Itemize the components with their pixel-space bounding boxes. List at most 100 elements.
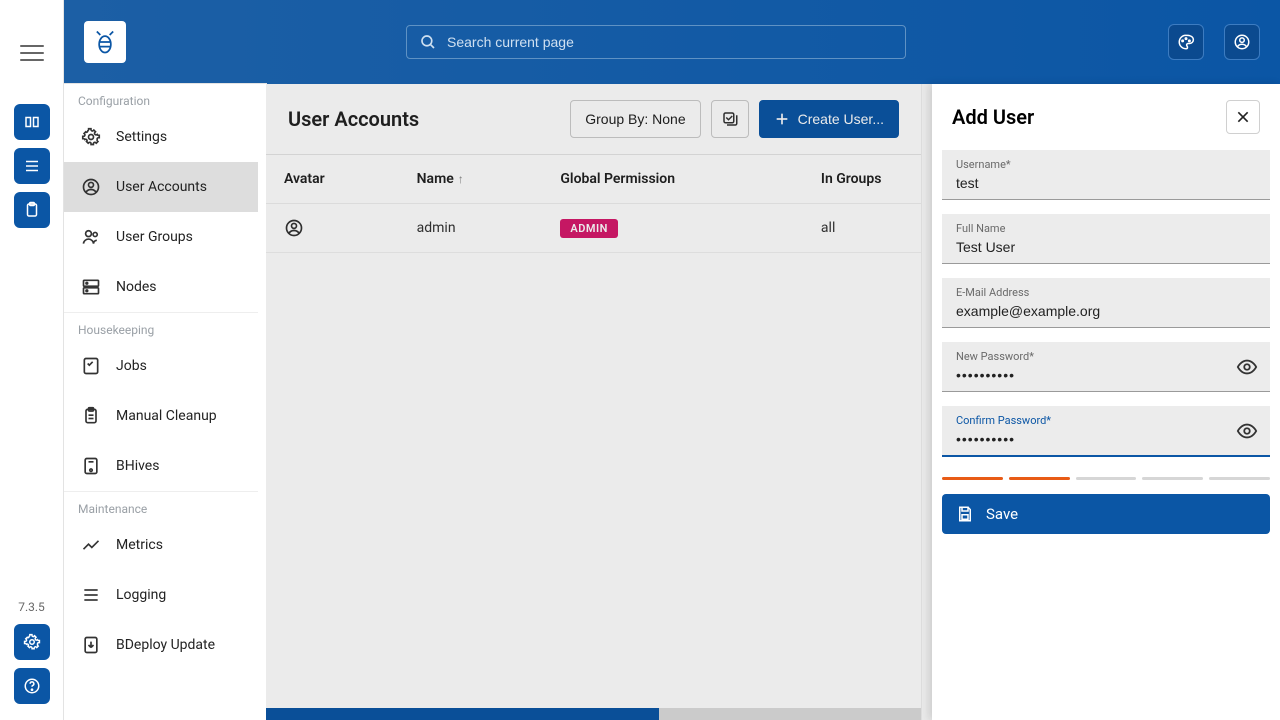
app-body: ConfigurationSettingsUser AccountsUser G… (64, 84, 1280, 720)
sidebar-item-label: Logging (116, 587, 166, 603)
strength-segment (1142, 477, 1203, 480)
close-panel-button[interactable] (1226, 100, 1260, 134)
save-button[interactable]: Save (942, 494, 1270, 534)
users-table: AvatarName↑Global PermissionIn GroupsInh… (266, 155, 921, 253)
horizontal-scrollbar[interactable] (266, 708, 921, 720)
sidebar-item-label: User Accounts (116, 179, 207, 195)
password-label: New Password* (956, 350, 1256, 363)
menu-toggle[interactable] (20, 40, 44, 64)
sidebar-item-bhives[interactable]: BHives (64, 441, 258, 491)
search-box[interactable] (406, 25, 906, 59)
panel-title: Add User (952, 105, 1216, 129)
plus-icon (774, 111, 790, 127)
user-circle-icon (284, 218, 381, 238)
users-icon (80, 226, 102, 248)
chart-icon (80, 534, 102, 556)
sidebar-item-user-accounts[interactable]: User Accounts (64, 162, 258, 212)
create-user-button[interactable]: Create User... (759, 100, 899, 138)
sidebar-item-label: Manual Cleanup (116, 408, 217, 424)
checklist-icon (80, 355, 102, 377)
scrollbar-thumb[interactable] (266, 708, 659, 720)
add-user-panel: Add User Username* Full Name E-Mail Addr… (932, 84, 1280, 720)
sidebar: ConfigurationSettingsUser AccountsUser G… (64, 84, 266, 720)
rail-button-1[interactable] (14, 104, 50, 140)
sidebar-section-title: Maintenance (64, 491, 258, 520)
rail-button-2[interactable] (14, 148, 50, 184)
server-icon (80, 276, 102, 298)
strength-segment (942, 477, 1003, 480)
password-input[interactable] (956, 365, 1256, 385)
sidebar-item-bdeploy-update[interactable]: BDeploy Update (64, 620, 258, 670)
sidebar-item-user-groups[interactable]: User Groups (64, 212, 258, 262)
gear-icon (23, 633, 41, 651)
column-header[interactable]: In Groups (803, 155, 921, 204)
strength-segment (1009, 477, 1070, 480)
table-row[interactable]: adminADMINall (266, 204, 921, 253)
sidebar-item-manual-cleanup[interactable]: Manual Cleanup (64, 391, 258, 441)
sidebar-item-settings[interactable]: Settings (64, 112, 258, 162)
list-icon (80, 584, 102, 606)
sidebar-item-label: Jobs (116, 358, 147, 374)
palette-icon (1177, 33, 1195, 51)
eye-icon (1236, 356, 1258, 378)
layers-icon (721, 110, 739, 128)
profile-button[interactable] (1224, 24, 1260, 60)
disk-icon (80, 455, 102, 477)
email-label: E-Mail Address (956, 286, 1256, 299)
list-icon (23, 157, 41, 175)
confirm-password-input[interactable] (956, 429, 1256, 449)
clipboard-icon (80, 405, 102, 427)
permission-cell: ADMIN (542, 204, 803, 253)
page-title: User Accounts (288, 107, 560, 131)
layers-button[interactable] (711, 100, 749, 138)
username-input[interactable] (956, 173, 1256, 193)
column-header[interactable]: Global Permission (542, 155, 803, 204)
user-circle-icon (1233, 33, 1251, 51)
confirm-password-field[interactable]: Confirm Password* (942, 406, 1270, 457)
sidebar-item-label: BDeploy Update (116, 637, 215, 653)
sidebar-item-jobs[interactable]: Jobs (64, 341, 258, 391)
search-icon (419, 33, 437, 51)
sidebar-item-label: Nodes (116, 279, 157, 295)
username-label: Username* (956, 158, 1256, 171)
clipboard-icon (23, 201, 41, 219)
confirm-password-label: Confirm Password* (956, 414, 1256, 427)
email-field[interactable]: E-Mail Address (942, 278, 1270, 328)
sidebar-item-label: BHives (116, 458, 159, 474)
column-header[interactable]: Avatar (266, 155, 399, 204)
sort-asc-icon: ↑ (458, 172, 464, 186)
sidebar-section-title: Housekeeping (64, 312, 258, 341)
column-header[interactable]: Name↑ (399, 155, 543, 204)
save-icon (956, 505, 974, 523)
theme-button[interactable] (1168, 24, 1204, 60)
sidebar-item-logging[interactable]: Logging (64, 570, 258, 620)
name-cell: admin (399, 204, 543, 253)
close-icon (1235, 109, 1251, 125)
download-icon (80, 634, 102, 656)
rail-settings-button[interactable] (14, 624, 50, 660)
username-field[interactable]: Username* (942, 150, 1270, 200)
rail-help-button[interactable] (14, 668, 50, 704)
password-strength-meter (932, 471, 1280, 494)
avatar-cell (266, 204, 399, 253)
sidebar-item-metrics[interactable]: Metrics (64, 520, 258, 570)
strength-segment (1209, 477, 1270, 480)
app-logo[interactable] (84, 21, 126, 63)
rail-button-3[interactable] (14, 192, 50, 228)
users-table-wrap[interactable]: AvatarName↑Global PermissionIn GroupsInh… (266, 155, 921, 720)
sidebar-item-nodes[interactable]: Nodes (64, 262, 258, 312)
fullname-field[interactable]: Full Name (942, 214, 1270, 264)
toggle-password-visibility[interactable] (1234, 354, 1260, 380)
sidebar-item-label: Metrics (116, 537, 163, 553)
fullname-label: Full Name (956, 222, 1256, 235)
group-by-button[interactable]: Group By: None (570, 100, 700, 138)
app-shell: ConfigurationSettingsUser AccountsUser G… (64, 0, 1280, 720)
fullname-input[interactable] (956, 237, 1256, 257)
bee-icon (91, 28, 119, 56)
search-input[interactable] (447, 34, 893, 50)
sidebar-item-label: User Groups (116, 229, 193, 245)
eye-icon (1236, 420, 1258, 442)
toggle-confirm-visibility[interactable] (1234, 418, 1260, 444)
email-input[interactable] (956, 301, 1256, 321)
password-field[interactable]: New Password* (942, 342, 1270, 392)
